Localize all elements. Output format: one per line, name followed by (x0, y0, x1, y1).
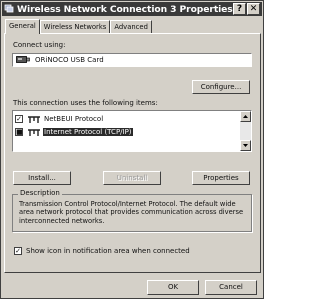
window-title: Wireless Network Connection 3 Properties (17, 3, 233, 15)
install-button[interactable]: Install... (13, 171, 71, 185)
uninstall-button-label: Uninstall (116, 174, 148, 182)
description-text: Transmission Control Protocol/Internet P… (19, 200, 244, 225)
ok-button[interactable]: OK (147, 280, 199, 295)
items-list[interactable]: ✓ NetBEUI Protocol ■ Internet Protocol (… (12, 110, 252, 152)
network-adapter-icon (16, 55, 30, 66)
show-icon-label: Show icon in notification area when conn… (26, 247, 190, 255)
configure-button[interactable]: Configure... (192, 80, 250, 94)
netbeui-label: NetBEUI Protocol (44, 115, 104, 123)
show-icon-option[interactable]: ✓ Show icon in notification area when co… (14, 247, 190, 255)
netbeui-checkbox[interactable]: ✓ (15, 115, 23, 123)
tab-general[interactable]: General (5, 19, 40, 34)
properties-button[interactable]: Properties (192, 171, 250, 185)
install-button-label: Install... (28, 174, 56, 182)
adapter-name: ORiNOCO USB Card (35, 56, 104, 64)
list-item-tcpip[interactable]: ■ Internet Protocol (TCP/IP) (15, 126, 133, 138)
scroll-up-button[interactable] (240, 111, 251, 122)
properties-dialog: Wireless Network Connection 3 Properties… (0, 0, 264, 299)
title-bar[interactable]: Wireless Network Connection 3 Properties… (2, 2, 262, 16)
cancel-button-label: Cancel (219, 283, 243, 291)
items-label: This connection uses the following items… (13, 99, 158, 107)
tcpip-checkbox[interactable]: ■ (15, 128, 23, 136)
show-icon-checkbox[interactable]: ✓ (14, 247, 22, 255)
configure-button-label: Configure... (200, 83, 242, 91)
tab-strip: General Wireless Networks Advanced (5, 19, 152, 34)
general-tab-panel (4, 33, 261, 273)
properties-button-label: Properties (203, 174, 239, 182)
tcpip-label: Internet Protocol (TCP/IP) (43, 128, 133, 136)
scroll-down-button[interactable] (240, 140, 251, 151)
list-item-netbeui[interactable]: ✓ NetBEUI Protocol (15, 113, 104, 125)
cancel-button[interactable]: Cancel (205, 280, 257, 295)
tab-advanced[interactable]: Advanced (110, 20, 152, 33)
adapter-field: ORiNOCO USB Card (12, 53, 252, 67)
close-button[interactable]: ✕ (247, 3, 260, 15)
description-title: Description (18, 189, 62, 197)
tab-wireless-networks[interactable]: Wireless Networks (39, 20, 111, 33)
protocol-icon (27, 115, 41, 124)
help-button[interactable]: ? (233, 3, 246, 15)
network-connection-icon (4, 4, 14, 14)
arrow-up-icon (243, 115, 248, 118)
protocol-icon (27, 128, 41, 137)
connect-using-label: Connect using: (13, 41, 66, 49)
ok-button-label: OK (167, 283, 179, 291)
uninstall-button[interactable]: Uninstall (103, 171, 161, 185)
list-scrollbar[interactable] (240, 111, 251, 151)
arrow-down-icon (243, 144, 248, 147)
